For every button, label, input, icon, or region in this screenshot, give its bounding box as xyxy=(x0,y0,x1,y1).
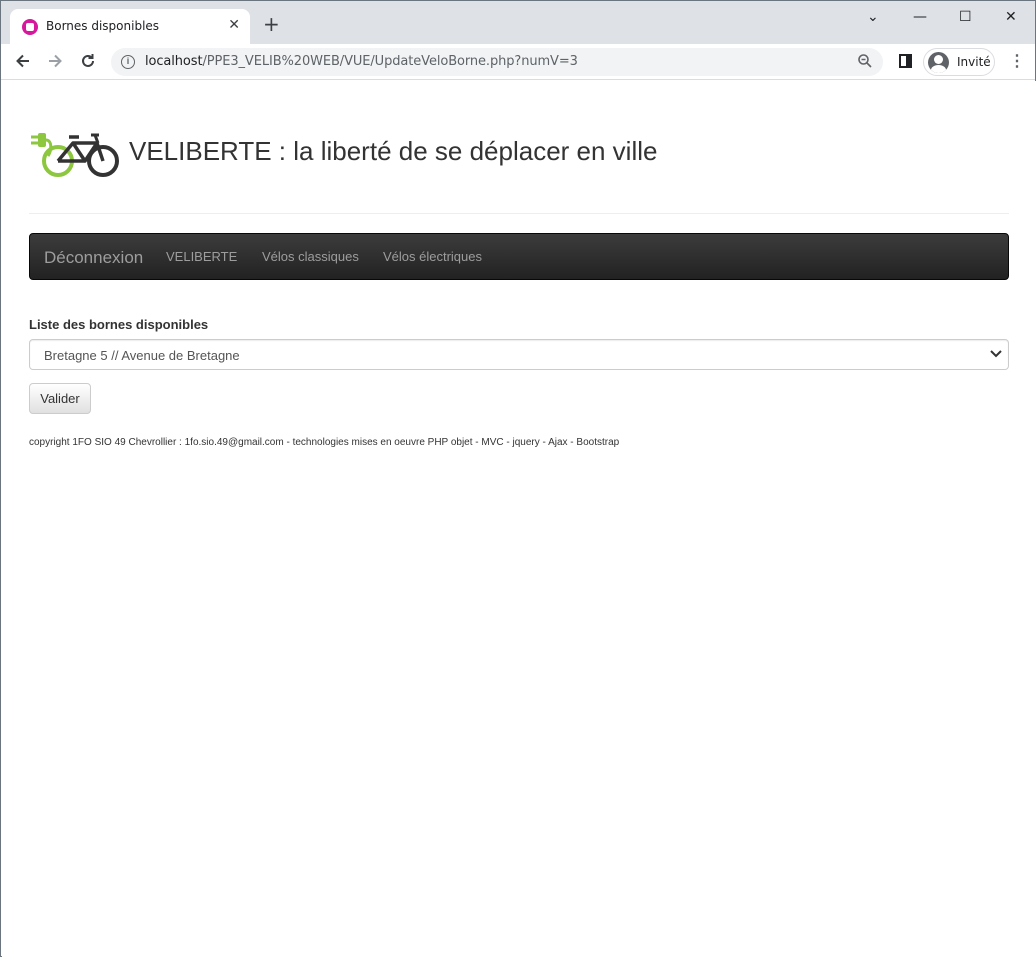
profile-button[interactable]: Invité xyxy=(923,48,995,76)
nav-link-veliberte[interactable]: VELIBERTE xyxy=(166,249,237,264)
back-icon[interactable] xyxy=(14,52,32,74)
url-text[interactable]: localhost/PPE3_VELIB%20WEB/VUE/UpdateVel… xyxy=(145,54,578,69)
submit-button[interactable]: Valider xyxy=(29,383,91,414)
nav-link-electric-bikes[interactable]: Vélos électriques xyxy=(383,249,482,264)
profile-label: Invité xyxy=(957,55,991,69)
selected-station: Bretagne 5 // Avenue de Bretagne xyxy=(44,348,240,363)
stations-select[interactable]: Bretagne 5 // Avenue de Bretagne xyxy=(29,339,1009,370)
browser-window: Bornes disponibles ✕ + ⌄ — ☐ ✕ i localho… xyxy=(0,0,1036,957)
minimize-button[interactable]: — xyxy=(913,9,927,25)
menu-icon[interactable]: ⋮ xyxy=(1009,53,1025,71)
browser-tab[interactable]: Bornes disponibles ✕ xyxy=(10,9,250,44)
bike-logo xyxy=(31,133,119,177)
address-bar[interactable]: i localhost/PPE3_VELIB%20WEB/VUE/UpdateV… xyxy=(111,48,883,76)
url-host: localhost xyxy=(145,54,203,69)
maximize-button[interactable]: ☐ xyxy=(959,9,972,25)
avatar xyxy=(928,52,949,73)
page-title: VELIBERTE : la liberté de se déplacer en… xyxy=(129,136,658,166)
main-navbar: Déconnexion VELIBERTE Vélos classiques V… xyxy=(29,233,1009,280)
chevron-down-icon xyxy=(988,344,1004,364)
browser-toolbar: i localhost/PPE3_VELIB%20WEB/VUE/UpdateV… xyxy=(1,44,1035,80)
footer-text: copyright 1FO SIO 49 Chevrollier : 1fo.s… xyxy=(29,437,620,448)
browser-titlebar: Bornes disponibles ✕ + ⌄ — ☐ ✕ xyxy=(1,1,1035,44)
side-panel-icon[interactable] xyxy=(899,54,912,68)
info-icon[interactable]: i xyxy=(121,55,135,69)
forward-icon[interactable] xyxy=(46,52,64,74)
page-content: VELIBERTE : la liberté de se déplacer en… xyxy=(2,81,1036,957)
close-window-button[interactable]: ✕ xyxy=(1005,9,1017,25)
header-divider xyxy=(29,213,1009,214)
logout-link[interactable]: Déconnexion xyxy=(44,248,143,268)
tab-close-icon[interactable]: ✕ xyxy=(228,17,240,33)
zoom-icon[interactable] xyxy=(857,53,873,72)
reload-icon[interactable] xyxy=(79,52,97,74)
tab-title: Bornes disponibles xyxy=(46,19,160,33)
tab-search-icon[interactable]: ⌄ xyxy=(867,9,879,25)
nav-link-classic-bikes[interactable]: Vélos classiques xyxy=(262,249,359,264)
url-path: /PPE3_VELIB%20WEB/VUE/UpdateVeloBorne.ph… xyxy=(202,54,578,69)
favicon-icon xyxy=(22,19,38,35)
new-tab-button[interactable]: + xyxy=(263,14,280,34)
stations-label: Liste des bornes disponibles xyxy=(29,317,209,332)
